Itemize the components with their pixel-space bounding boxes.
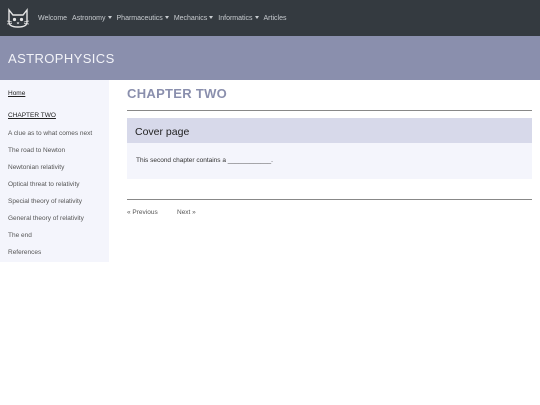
sidebar-item-the-end[interactable]: The end [8,232,32,239]
caret-down-icon [164,15,169,19]
nav-informatics-dropdown[interactable]: Informatics [218,14,259,22]
sidebar-item-chapter-two[interactable]: CHAPTER TWO [8,112,56,119]
caret-down-icon [209,15,214,19]
nav-pharmaceutics-dropdown[interactable]: Pharmaceutics [117,15,169,22]
nav-articles[interactable]: Articles [264,15,287,22]
site-title: ASTROPHYSICS [8,51,115,66]
nav-mechanics-label: Mechanics [173,14,208,22]
sidebar-item-references[interactable]: References [8,249,41,256]
nav-mechanics-dropdown[interactable]: Mechanics [173,14,214,22]
nav-informatics-label: Informatics [218,14,253,22]
cat-icon[interactable] [6,7,30,29]
nav-welcome[interactable]: Welcome [38,15,67,22]
card-header: Cover page [127,118,532,143]
sidebar-item-clue[interactable]: A clue as to what comes next [8,130,92,137]
top-navbar: Welcome Astronomy Pharmaceutics Mechanic… [0,0,540,36]
pager-divider [127,199,532,200]
sidebar-item-optical-threat[interactable]: Optical threat to relativity [8,181,80,188]
site-banner: ASTROPHYSICS [0,36,540,80]
card-body: This second chapter contains a _________… [127,143,532,179]
card-title: Cover page [135,126,190,138]
nav-pharmaceutics-label: Pharmaceutics [116,14,163,22]
card-text: This second chapter contains a _________… [136,157,273,164]
next-link[interactable]: Next » [177,209,196,216]
sidebar: Home CHAPTER TWO A clue as to what comes… [0,80,109,262]
caret-down-icon [254,15,259,19]
nav-astronomy-dropdown[interactable]: Astronomy [72,14,112,22]
title-divider [127,110,532,111]
nav-astronomy-label: Astronomy [72,14,106,22]
sidebar-item-home[interactable]: Home [8,90,25,97]
sidebar-item-road-to-newton[interactable]: The road to Newton [8,147,65,154]
previous-link[interactable]: « Previous [127,209,158,216]
sidebar-item-special-relativity[interactable]: Special theory of relativity [8,198,82,205]
page-title: CHAPTER TWO [127,86,228,101]
caret-down-icon [107,15,112,19]
sidebar-item-newtonian-relativity[interactable]: Newtonian relativity [8,164,64,171]
sidebar-item-general-relativity[interactable]: General theory of relativity [8,215,84,222]
